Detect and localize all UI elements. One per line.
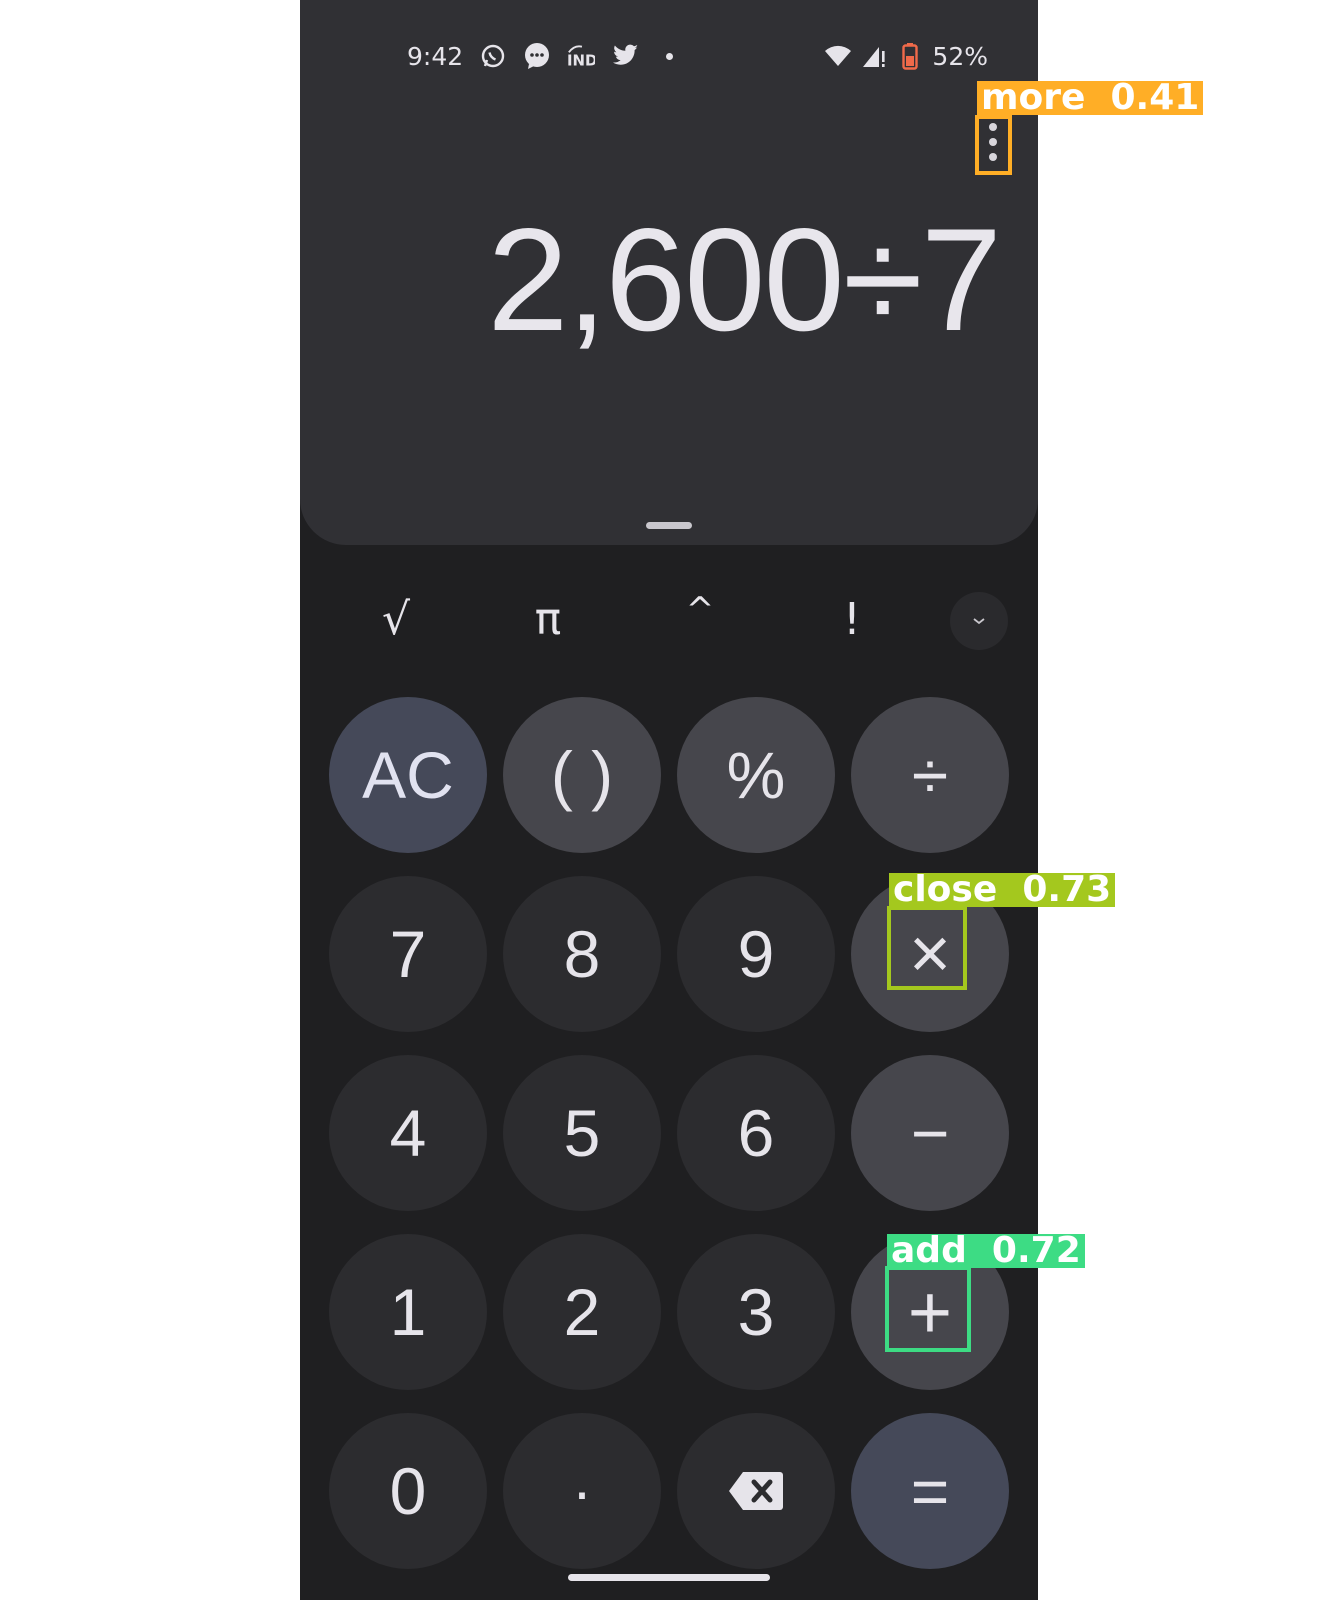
- detection-label-more: more 0.41: [977, 80, 1204, 116]
- pi-key[interactable]: π: [508, 590, 588, 650]
- percent-button[interactable]: %: [677, 697, 835, 853]
- digit-7-button[interactable]: 7: [329, 876, 487, 1032]
- digit-8-button[interactable]: 8: [503, 876, 661, 1032]
- clear-all-button[interactable]: AC: [329, 697, 487, 853]
- divide-button[interactable]: ÷: [851, 697, 1009, 853]
- home-indicator[interactable]: [568, 1574, 770, 1581]
- whatsapp-icon: [479, 42, 507, 70]
- cell-signal-icon: [860, 42, 888, 70]
- detection-box-close: [887, 906, 967, 990]
- digit-3-button[interactable]: 3: [677, 1234, 835, 1390]
- decimal-button[interactable]: ·: [503, 1413, 661, 1569]
- twitter-icon: [611, 42, 639, 70]
- factorial-key[interactable]: !: [812, 590, 892, 650]
- expression-display[interactable]: 2,600÷7: [340, 198, 1002, 361]
- calculator-app: 9:42 IND 52% 2,600÷7 √ π ^ ! AC () % ÷ …: [300, 0, 1038, 1600]
- battery-percent: 52%: [932, 41, 988, 71]
- display-panel: 9:42 IND 52% 2,600÷7: [300, 0, 1038, 545]
- detection-box-more: [975, 115, 1012, 175]
- scientific-row: √ π ^ !: [300, 590, 1038, 650]
- backspace-button[interactable]: [677, 1413, 835, 1569]
- backspace-icon: [729, 1472, 783, 1510]
- status-bar-left: 9:42 IND: [407, 38, 683, 74]
- subtract-button[interactable]: −: [851, 1055, 1009, 1211]
- digit-0-button[interactable]: 0: [329, 1413, 487, 1569]
- equals-button[interactable]: =: [851, 1413, 1009, 1569]
- sqrt-key[interactable]: √: [356, 590, 436, 650]
- chevron-down-icon: [973, 618, 985, 625]
- notification-dot-icon: [655, 42, 683, 70]
- status-bar-right: 52%: [824, 38, 988, 74]
- digit-1-button[interactable]: 1: [329, 1234, 487, 1390]
- indeed-icon: IND: [567, 42, 595, 70]
- digit-2-button[interactable]: 2: [503, 1234, 661, 1390]
- wifi-icon: [824, 42, 852, 70]
- expand-scientific-button[interactable]: [950, 592, 1008, 650]
- digit-9-button[interactable]: 9: [677, 876, 835, 1032]
- messages-icon: [523, 42, 551, 70]
- parentheses-button[interactable]: ( ): [503, 697, 661, 853]
- detection-label-add: add 0.72: [887, 1233, 1085, 1269]
- digit-4-button[interactable]: 4: [329, 1055, 487, 1211]
- digit-5-button[interactable]: 5: [503, 1055, 661, 1211]
- history-drag-handle[interactable]: [646, 522, 692, 529]
- battery-icon: [896, 42, 924, 70]
- svg-text:IND: IND: [567, 51, 595, 69]
- power-key[interactable]: ^: [660, 590, 740, 650]
- clock: 9:42: [407, 41, 464, 71]
- digit-6-button[interactable]: 6: [677, 1055, 835, 1211]
- detection-box-add: [885, 1266, 971, 1352]
- detection-label-close: close 0.73: [889, 872, 1116, 908]
